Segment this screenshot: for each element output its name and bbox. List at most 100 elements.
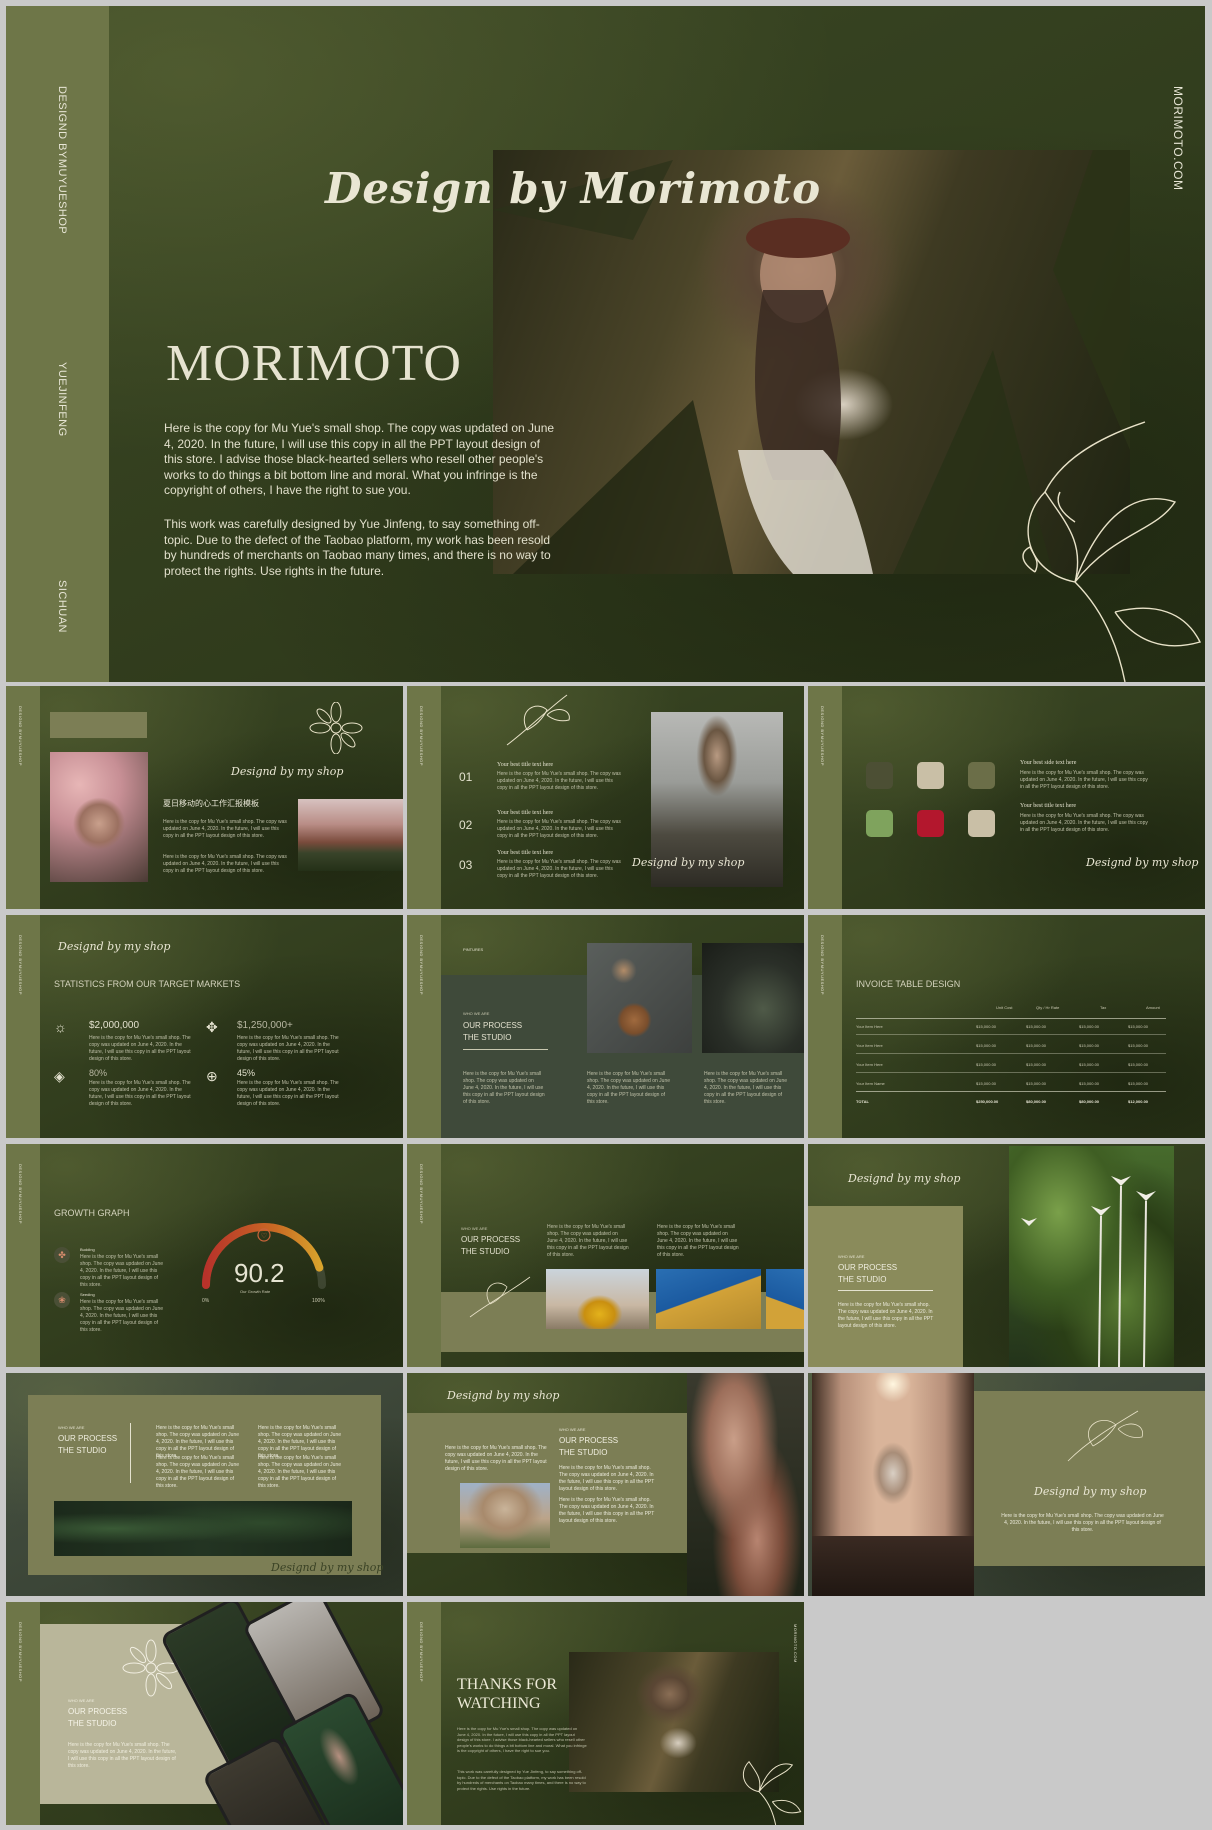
slide-portrait-intro[interactable]: DESIGND BYMUYUESHOP Designd by my shop 夏… (6, 686, 403, 909)
icon-tile-4[interactable] (866, 810, 893, 837)
side-strip (6, 1144, 40, 1367)
designed-by-script: Designd by my shop (447, 1389, 560, 1402)
sprout-icon: ✤ (54, 1247, 70, 1263)
tag-label: PINTURES (463, 947, 484, 952)
item-title: Budding (80, 1247, 95, 1252)
stat-text: Here is the copy for Mu Yue's small shop… (237, 1080, 339, 1107)
studio-text-4: Here is the copy for Mu Yue's small shop… (258, 1455, 342, 1489)
side-label: DESIGND BYMUYUESHOP (18, 1622, 23, 1682)
icon-tile-1[interactable] (866, 762, 893, 789)
icon-tile-5[interactable] (917, 810, 944, 837)
hallway-photo (812, 1373, 974, 1596)
layers-icon: ◈ (54, 1068, 65, 1084)
main-slide[interactable]: DESIGND BYMUYUESHOP YUEJINFENG SICHUAN M… (6, 6, 1205, 682)
portrait-photo (50, 752, 148, 882)
slide-statistics[interactable]: DESIGND BYMUYUESHOP Designd by my shop S… (6, 915, 403, 1138)
thanks-line-2: WATCHING (457, 1695, 541, 1712)
slide-studio-band[interactable]: WHO WE ARE OUR PROCESS THE STUDIO Here i… (6, 1373, 403, 1596)
side-label: DESIGND BYMUYUESHOP (18, 935, 23, 995)
side-label-top: DESIGND BYMUYUESHOP (56, 86, 68, 235)
item-title: Your best title text here (497, 810, 554, 816)
side-text: Here is the copy for Mu Yue's small shop… (1020, 770, 1148, 790)
side-label: DESIGND BYMUYUESHOP (18, 706, 23, 766)
thanks-text-2: This work was carefully designed by Yue … (457, 1769, 586, 1791)
side-label: DESIGND BYMUYUESHOP (419, 1622, 424, 1682)
who-we-are: WHO WE ARE (463, 1011, 490, 1016)
process-title-1: OUR PROCESS (463, 1021, 523, 1030)
side-title: Your best side text here (1020, 760, 1077, 766)
process-title-2: THE STUDIO (559, 1448, 608, 1457)
slide-growth-graph[interactable]: DESIGND BYMUYUESHOP GROWTH GRAPH ✤ Buddi… (6, 1144, 403, 1367)
invoice-table: Unit Cost Qty / Hr Rate Tax Amount Your … (856, 1005, 1186, 1115)
slide-process-strip[interactable]: DESIGND BYMUYUESHOP WHO WE ARE OUR PROCE… (407, 1144, 804, 1367)
hallway-text: Here is the copy for Mu Yue's small shop… (1001, 1513, 1164, 1533)
who-we-are: WHO WE ARE (559, 1427, 586, 1432)
designed-by-script: Designd by my shop (1034, 1485, 1147, 1498)
side-strip (808, 915, 842, 1138)
photo-text-2: Here is the copy for Mu Yue's small shop… (704, 1071, 788, 1105)
globe-icon: ⊕ (206, 1068, 218, 1084)
slide-phones[interactable]: DESIGND BYMUYUESHOP WHO WE ARE OUR PROCE… (6, 1602, 403, 1825)
gauge-value: 90.2 (234, 1258, 285, 1288)
side-strip (407, 1144, 441, 1367)
item-number: 02 (459, 818, 473, 832)
divider (838, 1290, 933, 1291)
slide-garden[interactable]: Designd by my shop WHO WE ARE OUR PROCES… (808, 1144, 1205, 1367)
icon-tile-6[interactable] (968, 810, 995, 837)
col-header: Qty / Hr Rate (1036, 1005, 1060, 1010)
stat-value: $1,250,000+ (237, 1020, 293, 1031)
side-strip (808, 686, 842, 909)
designed-by-script: Designd by my shop (271, 1561, 384, 1574)
process-title-1: OUR PROCESS (68, 1707, 128, 1716)
process-title-1: OUR PROCESS (559, 1436, 619, 1445)
slide-icon-grid[interactable]: DESIGND BYMUYUESHOP Your best side text … (808, 686, 1205, 909)
leaf-line-icon (469, 1276, 531, 1318)
main-paragraph-1: Here is the copy for Mu Yue's small shop… (164, 421, 555, 498)
cn-title: 夏日移动的心工作汇报模板 (163, 799, 259, 808)
slide-process-photos[interactable]: DESIGND BYMUYUESHOP PINTURES WHO WE ARE … (407, 915, 804, 1138)
vertical-divider (130, 1423, 131, 1483)
side-label-bot: SICHUAN (56, 580, 68, 634)
side-strip (6, 1602, 40, 1825)
icon-tile-2[interactable] (917, 762, 944, 789)
site-vertical-label: MORIMOTO.COM (793, 1624, 798, 1663)
gauge-max: 100% (312, 1298, 325, 1304)
side-strip (407, 686, 441, 909)
process-text-2: Here is the copy for Mu Yue's small shop… (559, 1497, 655, 1524)
item-text: Here is the copy for Mu Yue's small shop… (80, 1254, 164, 1288)
move-icon: ✥ (206, 1019, 218, 1035)
leaf-line-icon (506, 694, 570, 746)
process-title-2: THE STUDIO (68, 1719, 117, 1728)
slide-hallway[interactable]: Designd by my shop Here is the copy for … (808, 1373, 1205, 1596)
side-label: DESIGND BYMUYUESHOP (419, 706, 424, 766)
leaf-line-icon (1067, 1410, 1144, 1462)
designed-by-script: Designd by my shop (231, 765, 344, 778)
blue-building-photo (656, 1269, 761, 1329)
line-flower-icon (742, 1760, 802, 1825)
col-header: Amount (1146, 1005, 1160, 1010)
who-we-are: WHO WE ARE (68, 1698, 95, 1703)
flower-line-icon (309, 702, 363, 754)
process-text: Here is the copy for Mu Yue's small shop… (68, 1742, 177, 1769)
svg-text:♡: ♡ (261, 1232, 267, 1240)
food-photo (587, 943, 692, 1053)
studio-text-3: Here is the copy for Mu Yue's small shop… (156, 1455, 240, 1489)
designed-by-script: Designd by my shop (632, 856, 745, 869)
intro-text: Here is the copy for Mu Yue's small shop… (445, 1445, 547, 1472)
slide-numbered-list[interactable]: DESIGND BYMUYUESHOP 01 Your best title t… (407, 686, 804, 909)
accent-block (50, 712, 147, 738)
process-title-2: THE STUDIO (838, 1275, 887, 1284)
sage-card (808, 1206, 963, 1367)
garden-photo (1009, 1146, 1174, 1367)
side-strip (6, 686, 40, 909)
slide-desert[interactable]: Designd by my shop Here is the copy for … (407, 1373, 804, 1596)
designed-by-script: Designd by my shop (848, 1172, 961, 1185)
icon-tile-3[interactable] (968, 762, 995, 789)
slide-invoice-table[interactable]: DESIGND BYMUYUESHOP INVOICE TABLE DESIGN… (808, 915, 1205, 1138)
blue-photo-2 (766, 1269, 804, 1329)
col-header: Unit Cost (996, 1005, 1013, 1010)
script-title: Design by Morimoto (325, 164, 822, 213)
stats-heading: STATISTICS FROM OUR TARGET MARKETS (54, 979, 241, 989)
slide-thanks[interactable]: DESIGND BYMUYUESHOP MORIMOTO.COM THANKS … (407, 1602, 804, 1825)
growth-heading: GROWTH GRAPH (54, 1208, 130, 1218)
